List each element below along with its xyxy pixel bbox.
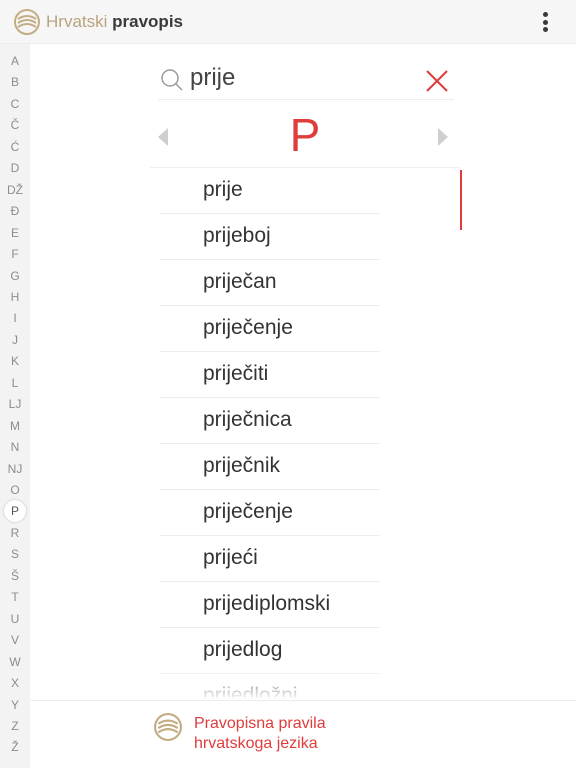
list-item[interactable]: priječan (150, 260, 460, 306)
alphabet-letter[interactable]: T (0, 587, 30, 607)
list-item[interactable]: priječnik (150, 444, 460, 490)
alphabet-letter[interactable]: Đ (0, 201, 30, 221)
alphabet-letter[interactable]: L (0, 373, 30, 393)
triangle-right-icon[interactable] (436, 126, 452, 148)
footer-text: Pravopisna pravila hrvatskoga jezika (194, 714, 414, 754)
alphabet-letter[interactable]: R (0, 523, 30, 543)
list-item-label: prijeći (203, 546, 258, 569)
list-item-label: priječiti (203, 362, 269, 385)
list-fade (150, 670, 460, 700)
alphabet-letter[interactable]: Y (0, 695, 30, 715)
alphabet-letter[interactable]: O (0, 480, 30, 500)
alphabet-letter[interactable]: NJ (0, 459, 30, 479)
results-list: prije prijeboj priječan priječenje priječiti… (150, 168, 460, 698)
list-item-label: prijeboj (203, 224, 271, 247)
close-icon[interactable] (424, 68, 450, 94)
alphabet-letter[interactable]: U (0, 609, 30, 629)
alphabet-letter[interactable]: X (0, 673, 30, 693)
alphabet-letter[interactable]: D (0, 158, 30, 178)
app-title-light: Hrvatski (46, 12, 108, 31)
pravopis-logo-icon (154, 713, 182, 741)
app-header: Hrvatski pravopis (0, 0, 576, 44)
search-icon (161, 69, 183, 91)
list-item-label: priječnica (203, 408, 292, 431)
list-item[interactable]: priječnica (150, 398, 460, 444)
alphabet-letter[interactable]: P (0, 500, 30, 523)
overflow-menu-button[interactable] (534, 10, 556, 34)
list-item[interactable]: prijediplomski (150, 582, 460, 628)
footer-line-1: Pravopisna pravila (194, 715, 326, 732)
alphabet-letter[interactable]: A (0, 51, 30, 71)
alphabet-letter[interactable]: DŽ (0, 180, 30, 200)
list-item[interactable]: priječenje (150, 306, 460, 352)
alphabet-letter[interactable]: V (0, 630, 30, 650)
alphabet-letter[interactable]: H (0, 287, 30, 307)
alphabet-letter[interactable]: N (0, 437, 30, 457)
vertical-dots-icon (542, 12, 548, 17)
pravopis-logo-icon (14, 9, 40, 35)
alphabet-letter[interactable]: Ž (0, 737, 30, 757)
alphabet-letter[interactable]: C (0, 94, 30, 114)
alphabet-letter[interactable]: E (0, 223, 30, 243)
list-item-label: prijedlog (203, 638, 283, 661)
alphabet-letter[interactable]: LJ (0, 394, 30, 414)
alphabet-letter[interactable]: I (0, 308, 30, 328)
list-item[interactable]: priječenje (150, 490, 460, 536)
list-item-label: priječnik (203, 454, 281, 477)
app-title: Hrvatski pravopis (46, 12, 183, 32)
list-item-label: prije (203, 178, 243, 201)
alphabet-letter[interactable]: J (0, 330, 30, 350)
current-letter: P (289, 109, 321, 161)
alphabet-sidebar: A B C Č Ć D DŽ Đ E F G H I J K L LJ M N NJ O P R S Š T U V W X Y Z Ž (0, 44, 30, 768)
alphabet-letter[interactable]: W (0, 652, 30, 672)
footer-line-2: hrvatskoga jezika (194, 735, 318, 752)
alphabet-letter[interactable]: G (0, 266, 30, 286)
alphabet-letter[interactable]: F (0, 244, 30, 264)
alphabet-letter[interactable]: Ć (0, 137, 30, 157)
search-bar (158, 58, 454, 100)
list-item[interactable]: prijeći (150, 536, 460, 582)
list-item-label: priječenje (203, 316, 293, 339)
scroll-indicator[interactable] (460, 170, 462, 230)
list-item-label: prijediplomski (203, 592, 331, 615)
list-item[interactable]: prijedlog (150, 628, 460, 674)
list-item-label: priječenje (203, 500, 293, 523)
list-item[interactable]: prijeboj (150, 214, 460, 260)
letter-navigator: P (150, 104, 460, 168)
alphabet-letter[interactable]: Z (0, 716, 30, 736)
footer-link[interactable]: Pravopisna pravila hrvatskoga jezika (30, 700, 576, 768)
alphabet-letter[interactable]: K (0, 351, 30, 371)
alphabet-letter[interactable]: Č (0, 115, 30, 135)
list-item[interactable]: prije (150, 168, 460, 214)
alphabet-letter[interactable]: Š (0, 566, 30, 586)
list-item[interactable]: priječiti (150, 352, 460, 398)
alphabet-letter[interactable]: M (0, 416, 30, 436)
list-item-label: priječan (203, 270, 277, 293)
app-title-bold: pravopis (112, 12, 183, 31)
search-input[interactable] (190, 62, 410, 94)
alphabet-letter[interactable]: S (0, 544, 30, 564)
alphabet-letter[interactable]: B (0, 72, 30, 92)
